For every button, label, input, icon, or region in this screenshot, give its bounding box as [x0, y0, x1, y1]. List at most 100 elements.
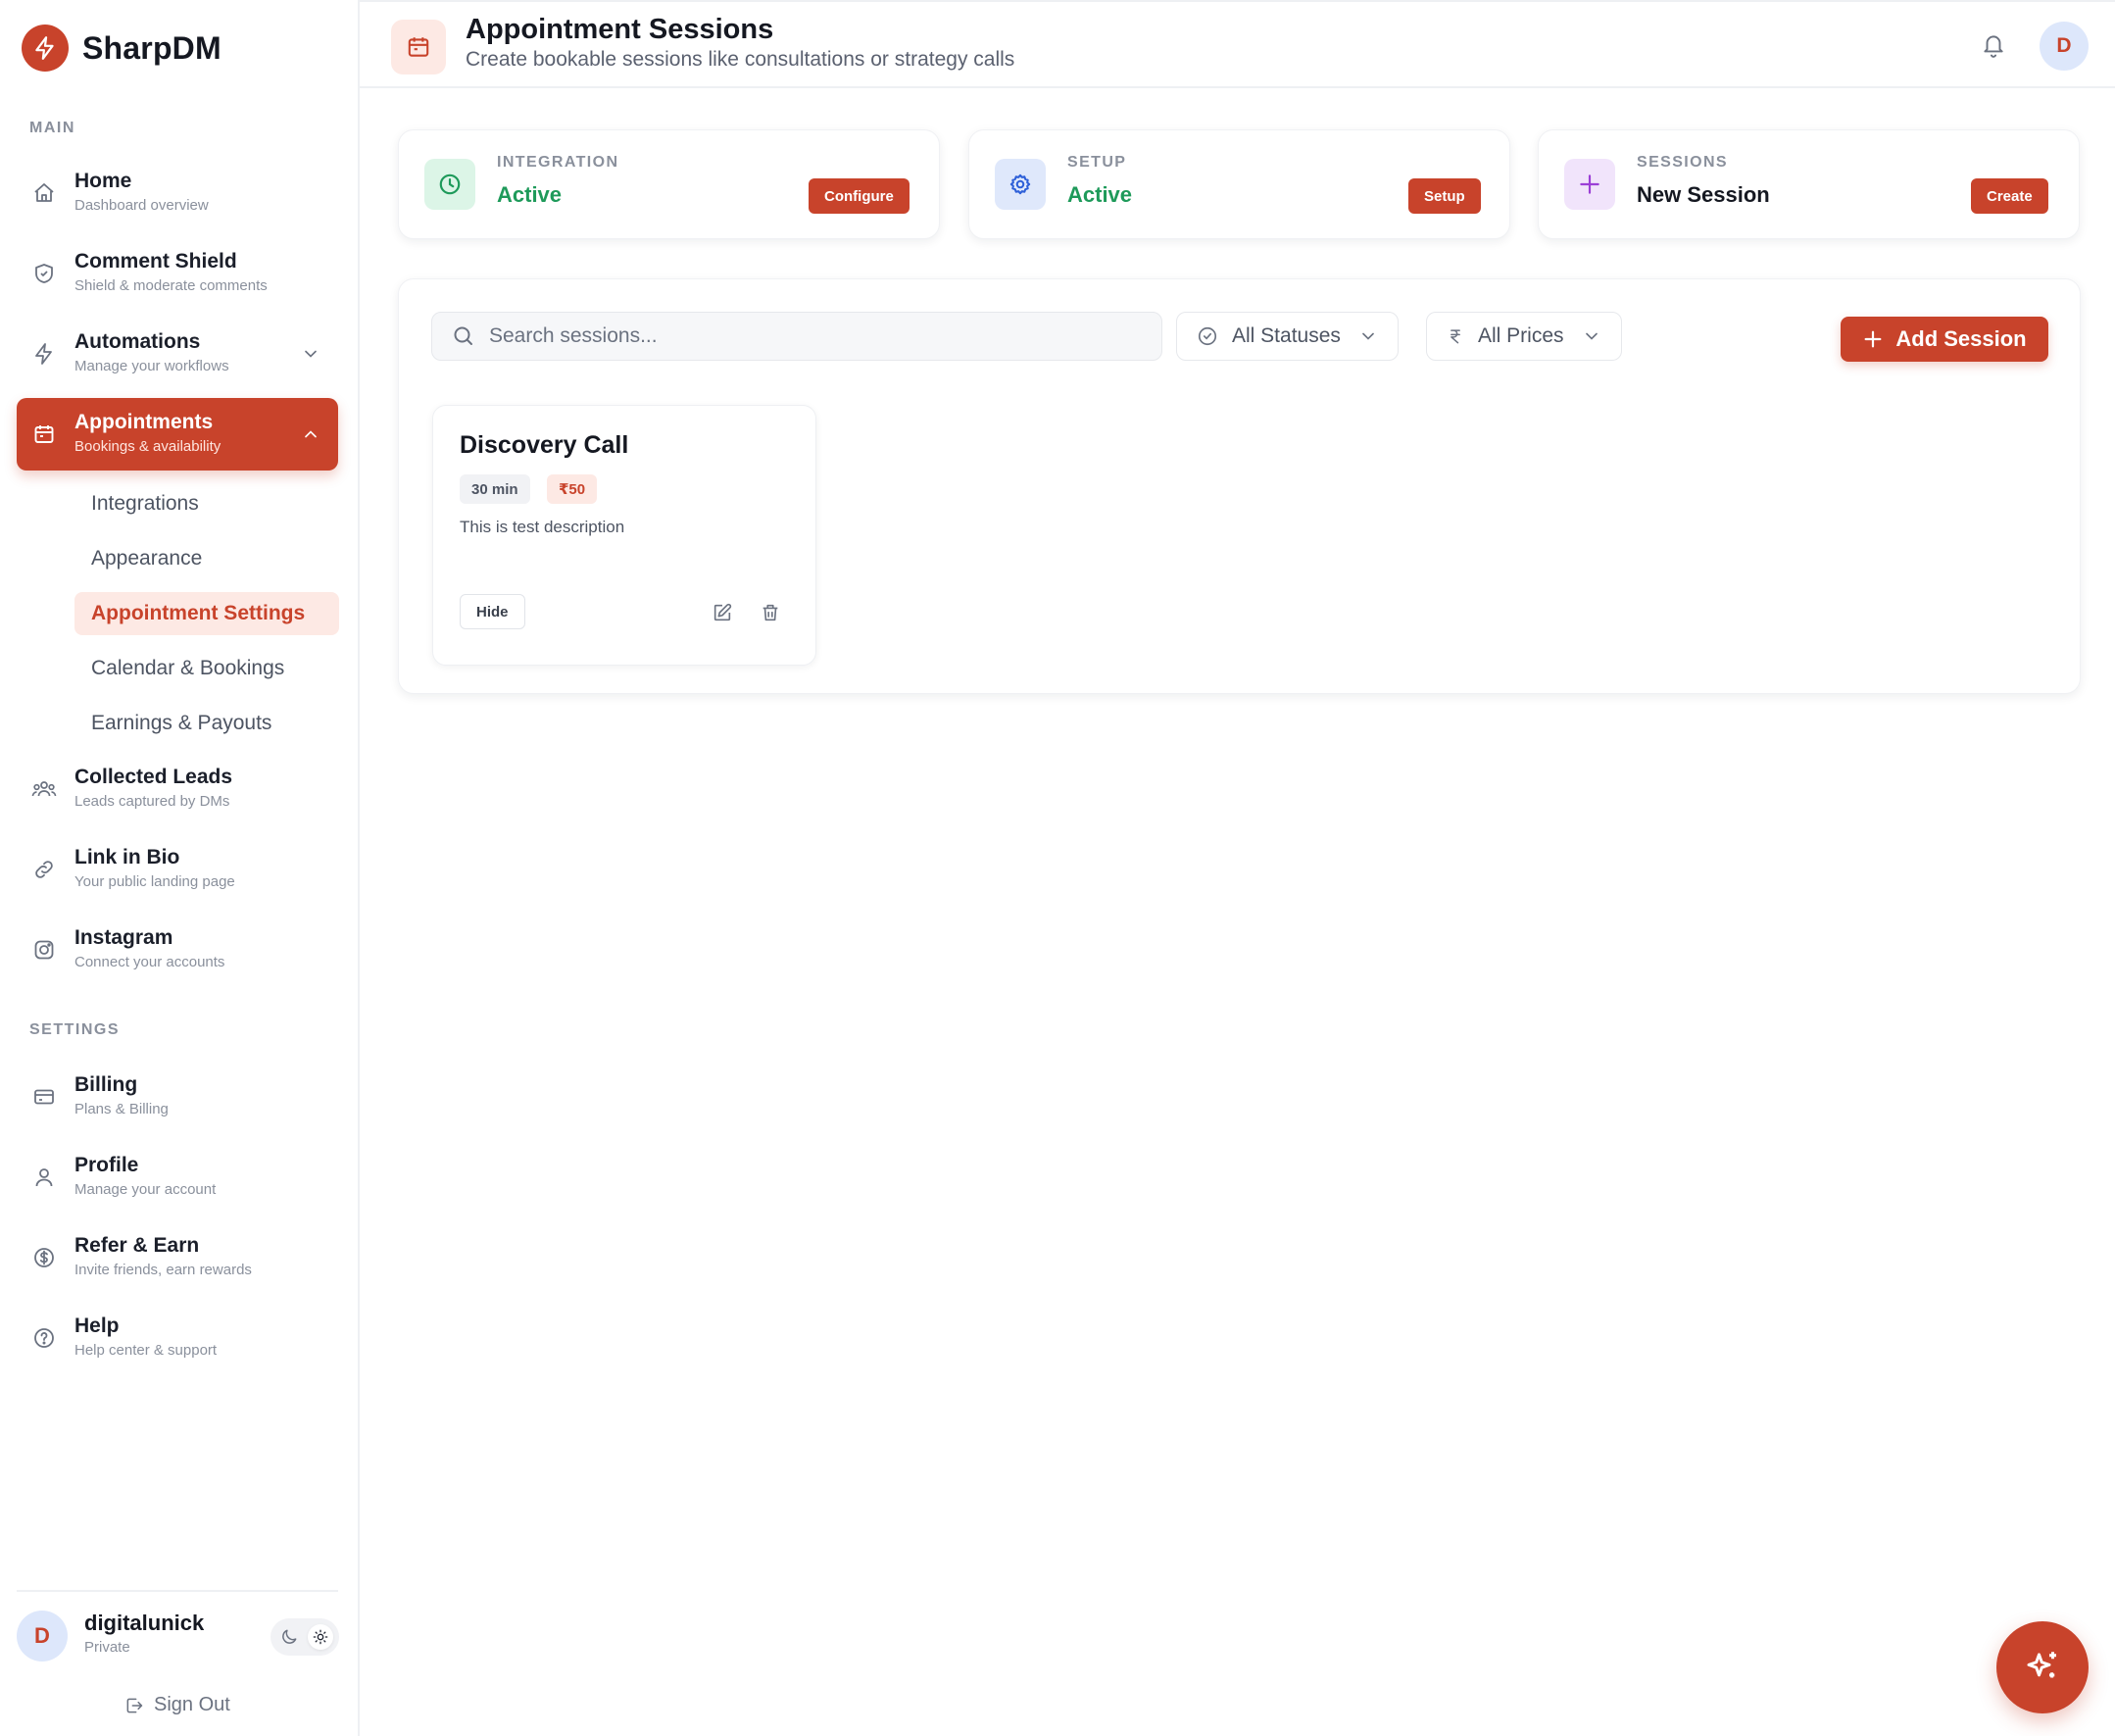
sign-out-label: Sign Out	[154, 1694, 230, 1715]
setup-button[interactable]: Setup	[1408, 178, 1481, 214]
link-icon	[30, 856, 58, 883]
sidebar-item-subtitle: Your public landing page	[74, 873, 235, 890]
shield-icon	[30, 260, 58, 287]
rupee-icon	[1447, 326, 1464, 346]
user-name: digitalunick	[84, 1611, 205, 1635]
sidebar-item-title: Automations	[74, 330, 201, 353]
session-title: Discovery Call	[460, 431, 629, 459]
sidebar-item-automations[interactable]: Automations Manage your workflows	[17, 318, 338, 390]
sidebar-item-help[interactable]: Help Help center & support	[17, 1302, 338, 1374]
sidebar-item-comment-shield[interactable]: Comment Shield Shield & moderate comment…	[17, 237, 338, 310]
session-description: This is test description	[460, 518, 625, 536]
search-icon	[452, 324, 475, 348]
configure-button[interactable]: Configure	[809, 178, 910, 214]
sidebar-item-title: Comment Shield	[74, 250, 237, 273]
sidebar-subitem-calendar-bookings[interactable]: Calendar & Bookings	[74, 647, 339, 690]
sidebar-item-subtitle: Connect your accounts	[74, 954, 225, 970]
sparkles-icon	[2027, 1652, 2056, 1678]
sign-out-icon	[126, 1698, 143, 1712]
plus-icon	[1564, 159, 1615, 210]
edit-icon[interactable]	[709, 599, 736, 626]
stat-value: Active	[497, 182, 563, 207]
sidebar-subitem-earnings-payouts[interactable]: Earnings & Payouts	[74, 702, 339, 745]
sidebar-item-link-in-bio[interactable]: Link in Bio Your public landing page	[17, 833, 338, 906]
page-title: Appointment Sessions	[466, 14, 774, 45]
sidebar-item-title: Profile	[74, 1154, 139, 1176]
duration-badge: 30 min	[460, 474, 530, 504]
sidebar-item-subtitle: Shield & moderate comments	[74, 277, 268, 294]
sidebar-subitem-appointment-settings[interactable]: Appointment Settings	[74, 592, 339, 635]
bolt-icon	[30, 340, 58, 368]
sidebar-item-subtitle: Manage your account	[74, 1181, 217, 1198]
sidebar-item-appointments[interactable]: Appointments Bookings & availability	[17, 398, 338, 471]
chevron-down-icon	[1582, 326, 1601, 346]
status-filter-value: All Statuses	[1232, 324, 1341, 347]
gear-icon	[995, 159, 1046, 210]
calendar-icon	[30, 421, 58, 448]
instagram-icon	[30, 936, 58, 964]
stat-card-sessions: SESSIONS New Session Create	[1538, 129, 2080, 239]
page-header: Appointment Sessions Create bookable ses…	[360, 0, 2115, 88]
sidebar-item-title: Refer & Earn	[74, 1234, 200, 1257]
brand[interactable]: SharpDM	[22, 25, 221, 72]
bell-icon[interactable]	[1981, 31, 2006, 59]
chevron-down-icon[interactable]	[301, 344, 320, 364]
stat-value: Active	[1067, 182, 1133, 207]
search-input[interactable]	[489, 324, 1116, 348]
add-session-label: Add Session	[1895, 326, 2027, 351]
theme-toggle[interactable]	[271, 1618, 339, 1656]
sidebar-item-billing[interactable]: Billing Plans & Billing	[17, 1061, 338, 1133]
price-filter-value: All Prices	[1478, 324, 1564, 347]
sidebar: SharpDM MAIN Home Dashboard overview Com…	[0, 0, 360, 1736]
add-session-button[interactable]: Add Session	[1841, 317, 2048, 362]
section-label-settings: SETTINGS	[29, 1021, 121, 1038]
sidebar-item-refer-earn[interactable]: Refer & Earn Invite friends, earn reward…	[17, 1221, 338, 1294]
sun-icon[interactable]	[308, 1624, 333, 1650]
user-avatar[interactable]: D	[17, 1611, 68, 1662]
price-badge: ₹50	[547, 474, 598, 504]
sidebar-item-subtitle: Leads captured by DMs	[74, 793, 230, 810]
sidebar-divider	[17, 1590, 338, 1592]
sidebar-item-instagram[interactable]: Instagram Connect your accounts	[17, 914, 338, 986]
brand-logo-icon	[22, 25, 69, 72]
moon-icon[interactable]	[279, 1627, 299, 1647]
sidebar-item-profile[interactable]: Profile Manage your account	[17, 1141, 338, 1214]
price-filter-dropdown[interactable]: All Prices	[1426, 312, 1622, 361]
chevron-down-icon	[1358, 326, 1378, 346]
stat-label: SESSIONS	[1637, 154, 1729, 171]
sidebar-item-subtitle: Help center & support	[74, 1342, 218, 1359]
hide-button[interactable]: Hide	[460, 594, 525, 629]
sidebar-item-title: Collected Leads	[74, 766, 233, 788]
page-subtitle: Create bookable sessions like consultati…	[466, 48, 1015, 71]
brand-name: SharpDM	[82, 29, 221, 66]
user-icon	[30, 1164, 58, 1191]
status-filter-dropdown[interactable]: All Statuses	[1176, 312, 1399, 361]
session-card[interactable]: Discovery Call 30 min ₹50 This is test d…	[432, 405, 816, 666]
user-plan: Private	[84, 1639, 130, 1656]
sidebar-item-title: Help	[74, 1314, 120, 1337]
plus-icon	[1864, 330, 1882, 348]
create-button[interactable]: Create	[1971, 178, 2048, 214]
sidebar-subitem-appearance[interactable]: Appearance	[74, 537, 339, 580]
sidebar-item-title: Home	[74, 170, 132, 192]
trash-icon[interactable]	[757, 599, 784, 626]
stat-value: New Session	[1637, 182, 1770, 207]
sidebar-item-title: Instagram	[74, 926, 173, 949]
users-icon	[30, 775, 58, 803]
header-avatar[interactable]: D	[2040, 22, 2089, 71]
help-icon	[30, 1324, 58, 1352]
sidebar-subitem-integrations[interactable]: Integrations	[74, 482, 339, 525]
sidebar-item-subtitle: Bookings & availability	[74, 438, 221, 455]
dollar-icon	[30, 1244, 58, 1271]
sidebar-item-subtitle: Plans & Billing	[74, 1101, 169, 1117]
ai-assistant-button[interactable]	[1996, 1621, 2089, 1713]
sidebar-item-subtitle: Invite friends, earn rewards	[74, 1262, 252, 1278]
sidebar-item-subtitle: Dashboard overview	[74, 197, 209, 214]
sign-out-button[interactable]: Sign Out	[124, 1694, 230, 1716]
search-field[interactable]	[431, 312, 1162, 361]
sidebar-item-home[interactable]: Home Dashboard overview	[17, 157, 338, 229]
sidebar-item-collected-leads[interactable]: Collected Leads Leads captured by DMs	[17, 753, 338, 825]
chevron-up-icon[interactable]	[301, 424, 320, 444]
sessions-panel: All Statuses All Prices Add Session Disc…	[398, 278, 2081, 694]
card-icon	[30, 1083, 58, 1111]
